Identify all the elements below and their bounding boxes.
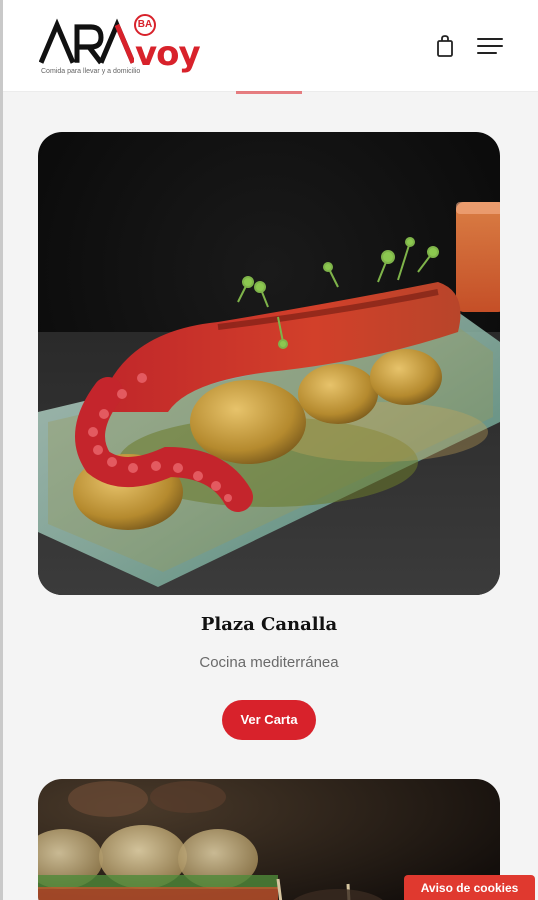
logo-badge: BA [134,14,156,36]
section-accent-divider [236,91,302,94]
hamburger-menu-icon[interactable] [477,36,505,56]
ver-carta-button[interactable]: Ver Carta [222,700,316,740]
octopus-dish-photo[interactable] [38,132,500,595]
cookie-notice-tab[interactable]: Aviso de cookies [404,875,535,900]
shopping-bag-icon[interactable] [435,34,455,58]
restaurant-cuisine: Cocina mediterránea [199,654,339,671]
site-header: BA voy Comida para llevar y a domicilio [3,0,538,92]
window-edge [0,0,3,900]
logo-tagline: Comida para llevar y a domicilio [41,68,141,75]
logo-accent-word: voy [135,34,201,74]
aravoy-logo[interactable]: BA voy Comida para llevar y a domicilio [38,12,209,82]
restaurant-name[interactable]: Plaza Canalla [0,614,538,635]
